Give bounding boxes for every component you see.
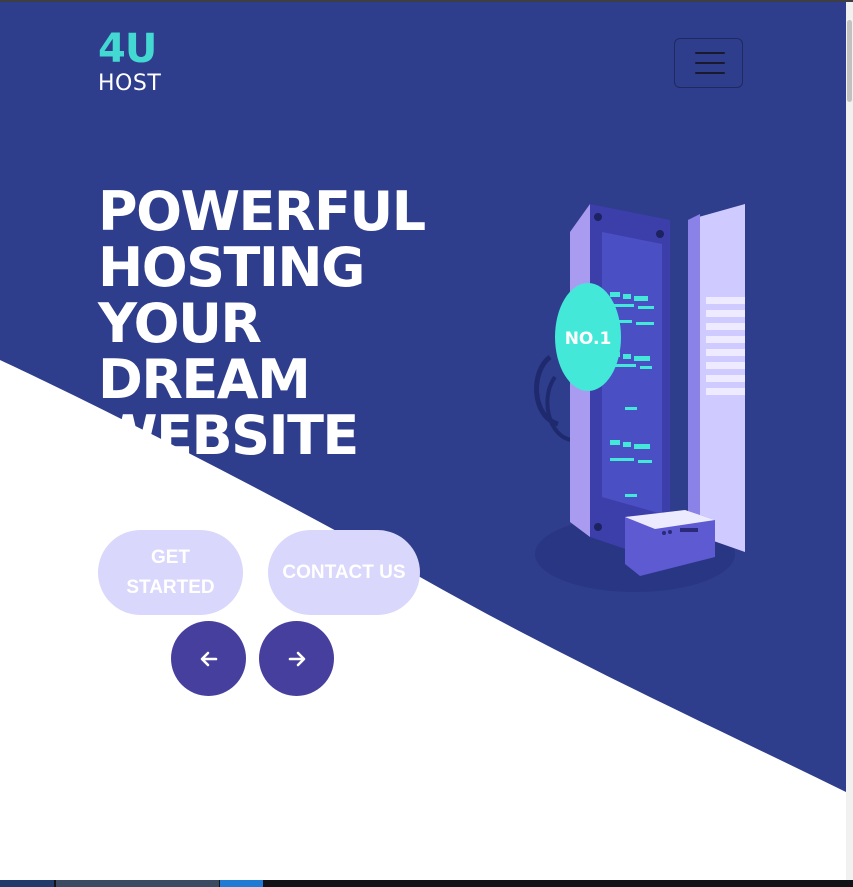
hero-headline: POWERFUL HOSTING YOUR DREAM WEBSITE [98,184,498,464]
headline-line: YOUR [98,292,262,355]
hamburger-menu-icon [695,52,725,54]
slider-prev-button[interactable] [171,621,246,696]
badge-text: NO.1 [565,329,612,349]
vertical-scrollbar[interactable] [846,2,853,880]
os-taskbar-strip [0,880,853,887]
headline-line: HOSTING [98,236,365,299]
site-logo[interactable]: 4U HOST [98,29,168,97]
headline-line: WEBSITE [98,404,359,467]
arrow-right-icon [288,651,305,666]
get-started-button[interactable]: GET STARTED [98,530,243,615]
headline-line: DREAM [98,348,311,411]
server-rack-illustration: NO.1 [534,204,745,592]
hero-section: 4U HOST POWERFUL HOSTING YOUR DREAM WEBS… [0,2,846,880]
scrollbar-thumb[interactable] [847,20,852,102]
arrow-left-icon [200,651,217,666]
hamburger-menu-icon-line [695,72,725,74]
logo-mark: 4U [98,26,157,72]
hamburger-menu-icon-line [695,62,725,64]
logo-subtitle: HOST [98,71,162,96]
contact-us-button[interactable]: CONTACT US [268,530,420,615]
slider-next-button[interactable] [259,621,334,696]
headline-line: POWERFUL [98,180,426,243]
navbar-toggle-button[interactable] [674,38,743,88]
